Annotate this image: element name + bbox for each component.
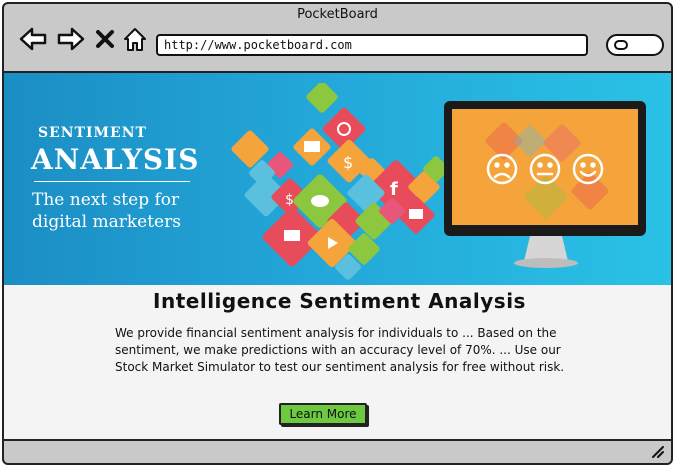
resize-handle-icon[interactable] <box>651 445 665 459</box>
browser-window: PocketBoard http://www.pocketboard.com S… <box>2 2 673 465</box>
banner-subtitle-line2: digital marketers <box>32 212 181 232</box>
banner-title-large: ANALYSIS <box>31 143 200 176</box>
svg-text:f: f <box>390 179 398 200</box>
description-text: We provide financial sentiment analysis … <box>115 326 565 374</box>
hero-banner: SENTIMENT ANALYSIS The next step for dig… <box>4 73 671 285</box>
monitor-illustration <box>444 101 646 268</box>
banner-subtitle-line1: The next step for <box>32 190 180 210</box>
learn-more-button[interactable]: Learn More <box>279 403 367 425</box>
window-title: PocketBoard <box>297 7 378 22</box>
banner-title-small: SENTIMENT <box>38 125 147 141</box>
page-heading: Intelligence Sentiment Analysis <box>153 289 526 313</box>
svg-text:$: $ <box>343 153 353 172</box>
banner-subtitle: The next step for digital marketers <box>32 189 181 233</box>
home-icon[interactable] <box>122 26 148 52</box>
banner-divider <box>34 181 190 182</box>
svg-text:$: $ <box>285 192 294 208</box>
main-content: Intelligence Sentiment Analysis We provi… <box>4 285 671 439</box>
close-icon[interactable] <box>95 26 115 52</box>
back-arrow-icon[interactable] <box>18 26 48 52</box>
search-icon <box>614 40 628 50</box>
forward-arrow-icon[interactable] <box>56 26 86 52</box>
statusbar-divider <box>4 439 671 441</box>
search-field[interactable] <box>606 34 664 56</box>
address-bar[interactable]: http://www.pocketboard.com <box>156 34 588 56</box>
